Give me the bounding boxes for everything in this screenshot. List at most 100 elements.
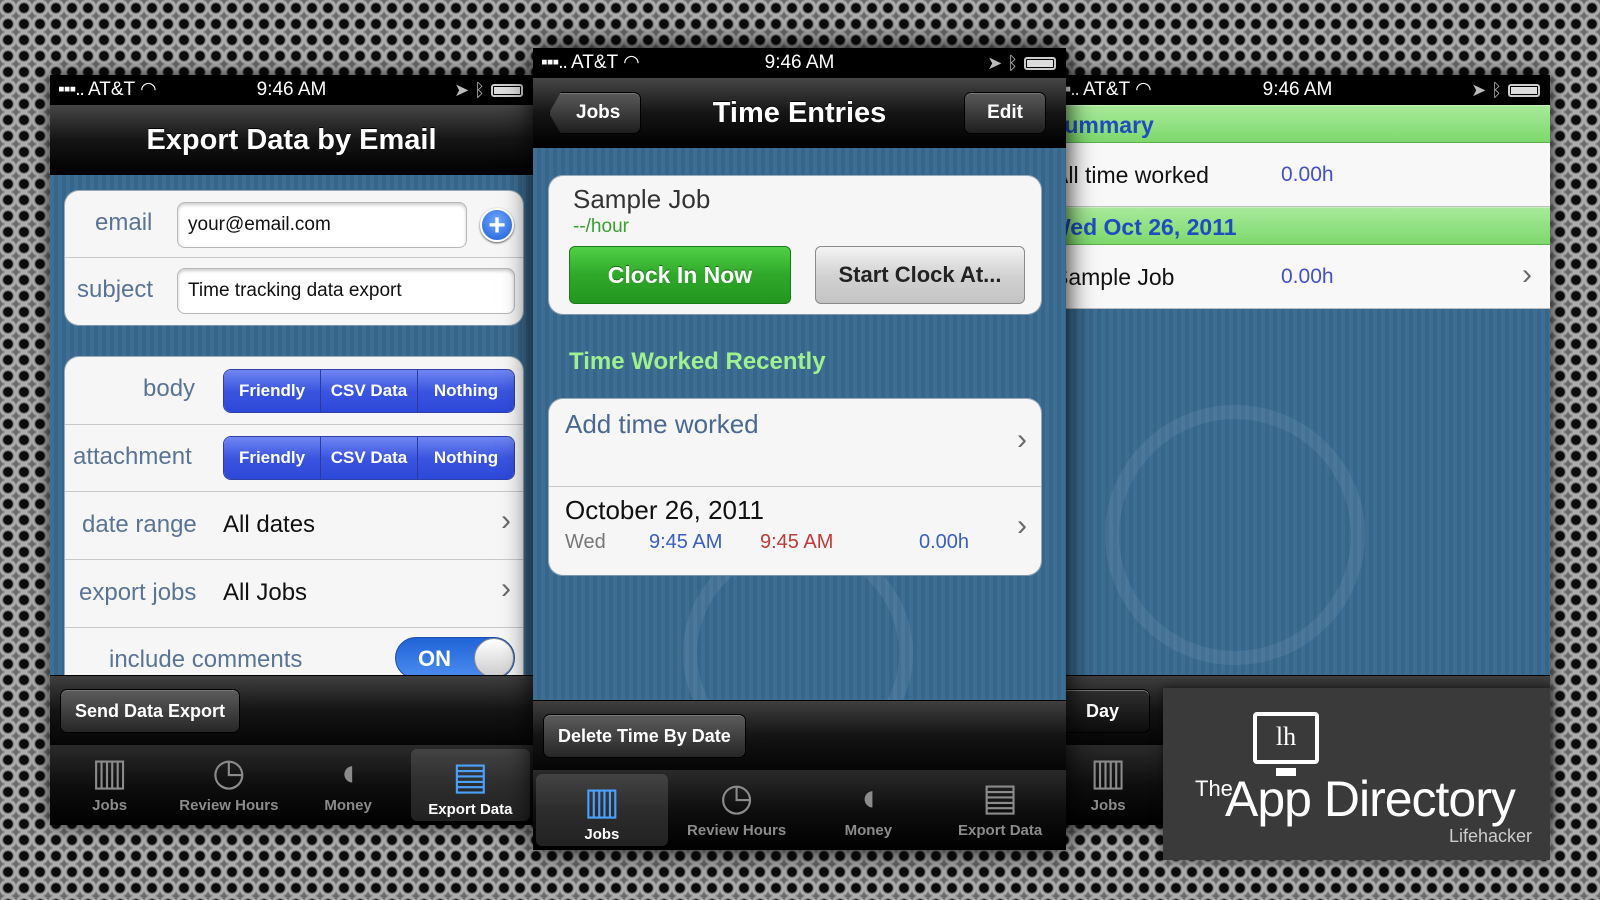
add-contact-icon[interactable]: + — [480, 208, 514, 242]
toggle-state: ON — [418, 646, 451, 671]
include-comments-toggle[interactable]: ON — [395, 637, 515, 679]
location-icon: ➤ — [454, 80, 470, 100]
add-time-worked-label: Add time worked — [565, 409, 759, 439]
include-comments-label: include comments — [109, 646, 303, 673]
section-title: Time Worked Recently — [569, 348, 826, 375]
bluetooth-icon: ᛒ — [1491, 80, 1502, 100]
entry-start-time: 9:45 AM — [649, 531, 723, 553]
clock-in-now-button[interactable]: Clock In Now — [569, 246, 791, 304]
job-rate: --/hour — [573, 216, 629, 237]
building-icon: ▥ — [91, 752, 128, 794]
tab-jobs[interactable]: ▥ Jobs — [50, 745, 169, 825]
entry-date: October 26, 2011 — [565, 495, 764, 525]
job-name: Sample Job — [573, 184, 711, 214]
delete-time-by-date-button[interactable]: Delete Time By Date — [543, 714, 746, 758]
export-document-icon: ▤ — [452, 756, 489, 798]
tab-jobs[interactable]: ▥ Jobs — [536, 774, 668, 846]
time-entries-screen: ▪▪▪.. AT&T ◠ 9:46 AM ➤ ᛒ Jobs Time Entri… — [533, 48, 1066, 850]
tab-export-data[interactable]: ▤Export Data — [934, 770, 1066, 850]
clock-icon: ◷ — [720, 777, 754, 819]
entry-hours: 0.00h — [919, 531, 970, 553]
body-format-segmented-control: Friendly CSV Data Nothing — [223, 369, 515, 413]
clock-icon: ◷ — [212, 752, 246, 794]
attachment-format-segmented-control: Friendly CSV Data Nothing — [223, 436, 515, 480]
export-jobs-value: All Jobs — [223, 579, 308, 606]
date-range-row[interactable]: date range All dates › — [65, 492, 523, 560]
tab-bar: ▥Jobs ◷Review Hours ◖Money ▤Export Data — [533, 770, 1066, 850]
piggy-bank-icon: ◖ — [856, 777, 880, 819]
chevron-right-icon: › — [1017, 423, 1027, 456]
battery-icon — [491, 84, 523, 97]
subject-input[interactable] — [177, 268, 515, 314]
date-range-value: All dates — [223, 511, 316, 538]
email-subject-group: email + subject — [65, 191, 523, 325]
status-bar: ▪▪▪.. AT&T ◠ 9:46 AM ➤ ᛒ — [533, 48, 1066, 78]
export-document-icon: ▤ — [982, 777, 1019, 819]
chevron-right-icon: › — [501, 504, 511, 537]
bottom-toolbar: Send Data Export — [50, 675, 533, 745]
content-background: Summary All time worked 0.00h Wed Oct 26… — [1045, 105, 1550, 675]
building-icon: ▥ — [583, 781, 620, 823]
all-time-worked-row: All time worked 0.00h — [1045, 143, 1550, 207]
entry-end-time: 9:45 AM — [760, 531, 834, 553]
tab-review-hours[interactable]: ◷Review Hours — [671, 770, 803, 850]
attachment-label: attachment — [73, 443, 192, 470]
export-options-group: body Friendly CSV Data Nothing attachmen… — [65, 357, 523, 707]
body-option-csv[interactable]: CSV Data — [321, 370, 418, 412]
all-time-worked-value: 0.00h — [1281, 163, 1334, 186]
tab-bar: ▥Jobs ◷Review Hours ◖Money ▤Export Data — [50, 745, 533, 825]
body-option-friendly[interactable]: Friendly — [224, 370, 321, 412]
badge-title: App Directory — [1225, 771, 1516, 827]
body-label: body — [143, 375, 196, 402]
badge-brand: Lifehacker — [1448, 826, 1532, 846]
status-bar: ▪▪▪.. AT&T ◠ 9:46 AM ➤ ᛒ — [1045, 75, 1550, 105]
bottom-toolbar: Delete Time By Date — [533, 700, 1066, 770]
chevron-right-icon: › — [501, 572, 511, 605]
app-directory-badge: lh The App Directory Lifehacker — [1163, 688, 1550, 860]
battery-icon — [1024, 57, 1056, 70]
email-input[interactable] — [177, 202, 467, 248]
tab-export-data[interactable]: ▤Export Data — [410, 749, 530, 821]
all-time-worked-label: All time worked — [1053, 162, 1209, 188]
tab-money[interactable]: ◖Money — [289, 745, 408, 825]
attachment-option-csv[interactable]: CSV Data — [321, 437, 418, 479]
status-bar: ▪▪▪.. AT&T ◠ 9:46 AM ➤ ᛒ — [50, 75, 533, 105]
attachment-option-friendly[interactable]: Friendly — [224, 437, 321, 479]
page-title: Export Data by Email — [146, 124, 437, 156]
summary-section-header: Summary — [1045, 105, 1550, 143]
sample-job-label: Sample Job — [1053, 264, 1175, 290]
logo-text: lh — [1275, 722, 1297, 751]
tab-money[interactable]: ◖Money — [803, 770, 935, 850]
chevron-right-icon: › — [1522, 258, 1532, 291]
toggle-knob — [474, 638, 514, 678]
job-card: Sample Job --/hour Clock In Now Start Cl… — [549, 176, 1041, 314]
start-clock-at-button[interactable]: Start Clock At... — [815, 246, 1025, 304]
sample-job-row[interactable]: Sample Job 0.00h › — [1045, 245, 1550, 309]
email-label: email — [95, 209, 153, 236]
entry-day: Wed — [565, 531, 606, 553]
chevron-right-icon: › — [1017, 509, 1027, 542]
segment-day-button[interactable]: Day — [1055, 689, 1151, 733]
attachment-option-nothing[interactable]: Nothing — [418, 437, 514, 479]
navigation-bar: Jobs Time Entries Edit — [533, 78, 1066, 148]
content-background: email + subject body Friendly CSV Data N… — [50, 175, 533, 707]
bluetooth-icon: ᛒ — [1007, 53, 1018, 73]
body-option-nothing[interactable]: Nothing — [418, 370, 514, 412]
status-time: 9:46 AM — [764, 52, 835, 73]
date-section-header: Wed Oct 26, 2011 — [1045, 207, 1550, 245]
export-jobs-label: export jobs — [79, 579, 197, 606]
navigation-bar: Export Data by Email — [50, 105, 533, 175]
add-time-worked-row[interactable]: Add time worked › — [549, 399, 1041, 487]
location-icon: ➤ — [1471, 80, 1487, 100]
sample-job-hours: 0.00h — [1281, 265, 1334, 288]
time-entries-list: Add time worked › October 26, 2011 Wed 9… — [549, 399, 1041, 575]
time-entry-row[interactable]: October 26, 2011 Wed 9:45 AM 9:45 AM 0.0… — [549, 487, 1041, 575]
edit-button[interactable]: Edit — [964, 92, 1046, 134]
piggy-bank-icon: ◖ — [336, 752, 360, 794]
export-jobs-row[interactable]: export jobs All Jobs › — [65, 560, 523, 628]
tab-review-hours[interactable]: ◷Review Hours — [169, 745, 288, 825]
send-data-export-button[interactable]: Send Data Export — [60, 689, 241, 733]
subject-label: subject — [77, 276, 154, 303]
monitor-logo-icon: lh — [1253, 712, 1319, 764]
battery-icon — [1508, 84, 1540, 97]
